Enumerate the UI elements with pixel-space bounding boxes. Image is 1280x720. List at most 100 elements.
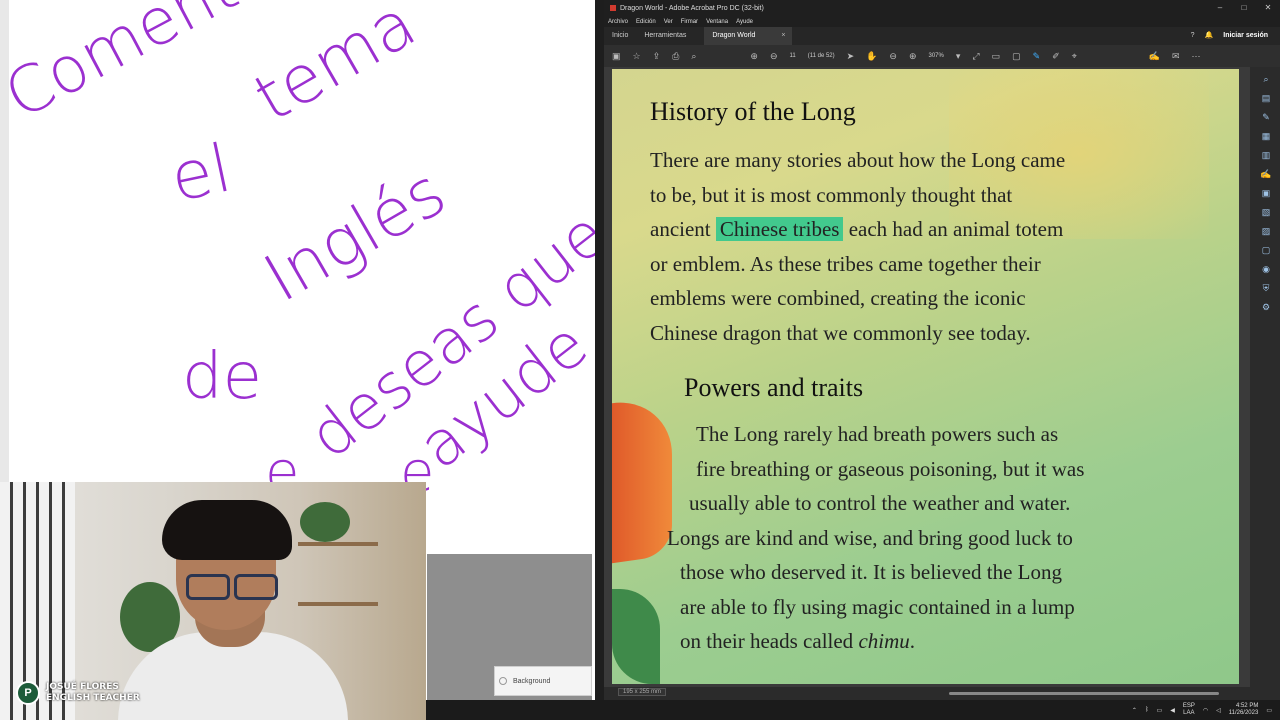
protect-icon[interactable]: ⛨ (1260, 282, 1272, 294)
highlighted-text[interactable]: Chinese tribes (715, 217, 844, 241)
menu-ventana[interactable]: Ventana (706, 19, 728, 25)
star-icon[interactable]: ☆ (633, 51, 641, 62)
sign-icon[interactable]: ✍ (1260, 168, 1272, 180)
stamp-tool-icon[interactable]: ◉ (1260, 263, 1272, 275)
webcam-person-hair (162, 500, 292, 560)
zoom-in-icon[interactable]: ⊕ (909, 51, 917, 62)
menu-archivo[interactable]: Archivo (608, 19, 628, 25)
bluetooth-icon[interactable]: ᛒ (1145, 707, 1149, 713)
hand-tool-icon[interactable]: ✋ (866, 51, 877, 62)
background-panel-label: Background (513, 677, 551, 685)
webcam-person-glasses (186, 574, 278, 600)
edit-pdf-icon[interactable]: ✎ (1260, 111, 1272, 123)
form-icon[interactable]: ▨ (1260, 225, 1272, 237)
print-icon[interactable]: ⎙ (672, 51, 679, 62)
highlight-pen-icon[interactable]: ✎ (1033, 51, 1041, 62)
more-icon[interactable]: ⋯ (1192, 51, 1201, 62)
compress-icon[interactable]: ▧ (1260, 206, 1272, 218)
webcam-plant (300, 502, 350, 542)
handwriting-ingles: Inglés (251, 153, 459, 317)
zoom-tool-icon[interactable]: ⌕ (1260, 73, 1272, 85)
page-size-label: 195 x 255 mm (618, 688, 667, 696)
combine-icon[interactable]: ▣ (1260, 187, 1272, 199)
leaf-illustration (612, 589, 660, 684)
upload-icon[interactable]: ⇪ (653, 51, 661, 62)
save-icon[interactable]: ▣ (612, 51, 621, 62)
more-tools-icon[interactable]: ⚙ (1260, 301, 1272, 313)
italic-term: chimu (858, 629, 910, 653)
select-cursor-icon[interactable]: ➤ (847, 51, 855, 62)
tab-close-icon[interactable]: × (781, 32, 785, 39)
mail-icon[interactable]: ✉ (1172, 51, 1180, 62)
tab-dragon-world-label: Dragon World (712, 32, 756, 39)
zoom-level[interactable]: 307% (928, 53, 943, 59)
wifi-icon[interactable]: ◠ (1203, 707, 1208, 714)
volume-icon[interactable]: ◁ (1216, 707, 1221, 714)
stamp-icon[interactable]: ⌖ (1072, 51, 1077, 62)
help-icon[interactable]: ? (1191, 27, 1195, 45)
window-title: Dragon World - Adobe Acrobat Pro DC (32-… (620, 4, 764, 12)
zoom-out-icon[interactable]: ⊖ (889, 51, 897, 62)
language-indicator[interactable]: ESP LAA (1183, 703, 1195, 717)
paragraph-history: There are many stories about how the Lon… (650, 143, 1150, 350)
text-line: Longs are kind and wise, and bring good … (667, 525, 1073, 550)
text-line: usually able to control the weather and … (689, 491, 1071, 515)
chevron-down-icon[interactable]: ▾ (956, 51, 961, 62)
tab-inicio[interactable]: Inicio (604, 27, 636, 45)
pdf-page[interactable]: History of the Long There are many stori… (612, 69, 1239, 684)
comment-icon[interactable]: ▢ (1012, 51, 1021, 62)
handwriting-de: de (182, 340, 262, 414)
search-icon[interactable]: ⌕ (691, 51, 696, 62)
bell-icon[interactable]: 🔔 (1205, 27, 1214, 45)
fill-sign-icon[interactable]: ✍ (1149, 51, 1160, 62)
tab-dragon-world[interactable]: Dragon World × (704, 27, 792, 45)
teacher-name: JOSUÉ FLORES (46, 682, 119, 692)
text-span: on their heads called (680, 629, 854, 653)
draw-icon[interactable]: ✐ (1052, 51, 1060, 62)
windows-taskbar: ⌃ ᛒ ▭ ◀ ESP LAA ◠ ◁ 4:52 PM 11/26/2023 ▭ (426, 700, 1280, 720)
document-viewport[interactable]: History of the Long There are many stori… (604, 67, 1250, 687)
speaker-icon[interactable]: ◀ (1170, 707, 1175, 714)
export-pdf-icon[interactable]: ▤ (1260, 92, 1272, 104)
menu-firmar[interactable]: Firmar (681, 19, 698, 25)
background-panel[interactable]: Background (494, 666, 592, 696)
text-span: each had an animal totem (848, 217, 1064, 241)
text-line: those who deserved it. It is believed th… (680, 560, 1062, 584)
network-icon[interactable]: ▭ (1157, 707, 1163, 714)
clock-time: 4:52 PM (1235, 703, 1259, 709)
sign-in-button[interactable]: Iniciar sesión (1223, 27, 1268, 45)
handwriting-comenta: Comenta (0, 0, 285, 135)
heading-history: History of the Long (650, 97, 856, 126)
chevron-up-icon[interactable]: ⌃ (1132, 707, 1137, 714)
text-line: to be, but it is most commonly thought t… (650, 182, 1013, 207)
minimize-button[interactable]: – (1208, 0, 1232, 16)
text-line: ancient Chinese tribes each had an anima… (650, 212, 1150, 247)
webcam-shelf (298, 542, 378, 546)
handwriting-el: el (163, 129, 238, 217)
maximize-button[interactable]: □ (1232, 0, 1256, 16)
page-down-icon[interactable]: ⊖ (770, 51, 778, 62)
clock[interactable]: 4:52 PM 11/26/2023 (1229, 703, 1259, 717)
text-line: The Long rarely had breath powers such a… (696, 422, 1059, 446)
create-pdf-icon[interactable]: ▦ (1260, 130, 1272, 142)
close-window-button[interactable]: ✕ (1256, 0, 1280, 16)
menu-edicion[interactable]: Edición (636, 19, 656, 25)
comment-tool-icon[interactable]: ▢ (1260, 244, 1272, 256)
horizontal-scrollbar[interactable] (949, 692, 1219, 695)
teacher-role: ENGLISH TEACHER (46, 693, 140, 703)
organize-pages-icon[interactable]: ▥ (1260, 149, 1272, 161)
tab-herramientas[interactable]: Herramientas (636, 27, 694, 45)
scroll-mode-icon[interactable]: ▭ (992, 51, 1001, 62)
status-bar: 195 x 255 mm (604, 687, 1280, 700)
eye-icon[interactable] (499, 677, 507, 685)
page-number-input[interactable]: 11 (789, 53, 795, 59)
page-up-icon[interactable]: ⊕ (750, 51, 758, 62)
main-toolbar: ▣ ☆ ⇪ ⎙ ⌕ ⊕ ⊖ 11 (11 de 52) ➤ ✋ ⊖ ⊕ 307%… (604, 45, 1280, 67)
clock-date: 11/26/2023 (1228, 710, 1259, 716)
keyboard-layout: LAA (1183, 710, 1195, 716)
menu-ayuda[interactable]: Ayude (736, 19, 753, 25)
teacher-badge: P JOSUÉ FLORES ENGLISH TEACHER (16, 681, 140, 705)
notification-icon[interactable]: ▭ (1266, 707, 1272, 714)
fit-page-icon[interactable]: ⤢ (972, 51, 979, 62)
menu-ver[interactable]: Ver (664, 19, 673, 25)
